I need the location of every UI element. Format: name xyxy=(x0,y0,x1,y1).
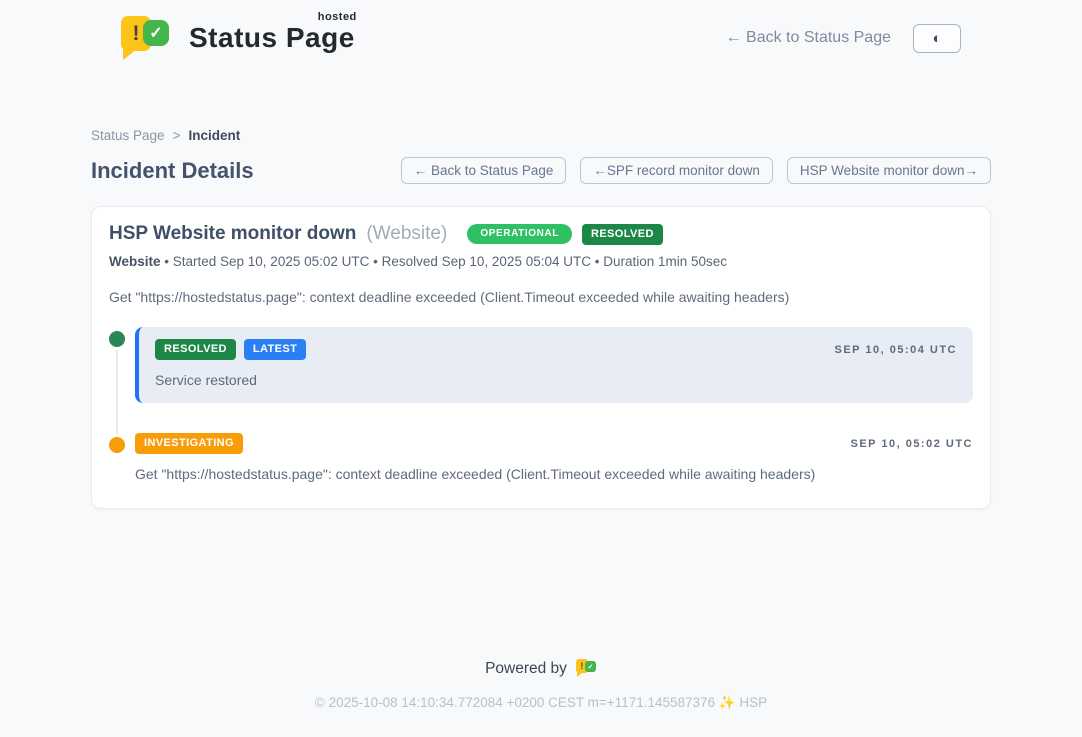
timeline-entry-message: Service restored xyxy=(155,372,957,388)
status-page-mini-logo-icon[interactable]: ! ✓ xyxy=(576,659,597,678)
latest-badge: LATEST xyxy=(244,339,306,360)
app-logo: ! ✓ Status Pagehosted xyxy=(121,14,355,62)
breadcrumb-status-page[interactable]: Status Page xyxy=(91,128,165,143)
powered-by: Powered by ! ✓ xyxy=(0,659,1082,678)
incident-title-row: HSP Website monitor down (Website) OPERA… xyxy=(109,223,973,245)
timeline-entry-resolved: RESOLVED LATEST SEP 10, 05:04 UTC Servic… xyxy=(109,327,973,403)
breadcrumb-incident: Incident xyxy=(188,128,240,143)
page-title: Incident Details xyxy=(91,158,254,184)
timeline-entry-badges: INVESTIGATING xyxy=(135,433,243,454)
back-to-status-page-button[interactable]: ← Back to Status Page xyxy=(401,157,567,184)
header-right: ← Back to Status Page ◐ xyxy=(726,24,961,53)
logo-check-icon: ✓ xyxy=(143,20,169,46)
mini-logo-check-icon: ✓ xyxy=(585,661,596,672)
timeline-latest-update-box: RESOLVED LATEST SEP 10, 05:04 UTC Servic… xyxy=(135,327,973,403)
incident-meta: Website • Started Sep 10, 2025 05:02 UTC… xyxy=(109,254,973,269)
resolved-badge: RESOLVED xyxy=(155,339,236,360)
investigating-badge: INVESTIGATING xyxy=(135,433,243,454)
prev-incident-button[interactable]: ←SPF record monitor down xyxy=(580,157,773,184)
incident-meta-dates: • Started Sep 10, 2025 05:02 UTC • Resol… xyxy=(161,254,728,269)
timeline-dot-orange xyxy=(109,437,125,453)
breadcrumb-separator: > xyxy=(173,128,181,143)
next-incident-button[interactable]: HSP Website monitor down→ xyxy=(787,157,991,184)
breadcrumb: Status Page > Incident xyxy=(91,128,991,143)
incident-component: (Website) xyxy=(366,223,447,245)
timeline-entry-badges: RESOLVED LATEST xyxy=(155,339,306,360)
resolved-status-badge: RESOLVED xyxy=(582,224,663,245)
status-page-logo-icon: ! ✓ xyxy=(121,14,175,62)
footer: Powered by ! ✓ © 2025-10-08 14:10:34.772… xyxy=(0,659,1082,737)
half-circle-icon: ◐ xyxy=(932,30,941,47)
flex-spacer xyxy=(0,509,1082,659)
copyright-text: © 2025-10-08 14:10:34.772084 +0200 CEST … xyxy=(0,695,1082,711)
powered-by-label: Powered by xyxy=(485,660,567,678)
timeline-dot-green xyxy=(109,331,125,347)
incident-meta-component: Website xyxy=(109,254,161,269)
theme-toggle-button[interactable]: ◐ xyxy=(913,24,961,53)
incident-nav-buttons: ← Back to Status Page ←SPF record monito… xyxy=(401,157,991,184)
timeline-entry-content: INVESTIGATING SEP 10, 05:02 UTC Get "htt… xyxy=(135,433,973,482)
title-row: Incident Details ← Back to Status Page ←… xyxy=(91,157,991,184)
timeline-entry-message: Get "https://hostedstatus.page": context… xyxy=(135,466,973,482)
timeline-entry-timestamp: SEP 10, 05:04 UTC xyxy=(834,344,957,356)
timeline-entry-investigating: INVESTIGATING SEP 10, 05:02 UTC Get "htt… xyxy=(109,433,973,482)
operational-badge: OPERATIONAL xyxy=(467,224,572,244)
logo-hosted-superscript: hosted xyxy=(318,11,357,23)
header: ! ✓ Status Pagehosted ← Back to Status P… xyxy=(121,14,961,62)
timeline-entry-head: RESOLVED LATEST SEP 10, 05:04 UTC xyxy=(155,339,957,360)
incident-description: Get "https://hostedstatus.page": context… xyxy=(109,289,973,305)
logo-text: Status Page xyxy=(189,22,355,53)
header-back-to-status-page-link[interactable]: ← Back to Status Page xyxy=(726,29,891,47)
incident-timeline: RESOLVED LATEST SEP 10, 05:04 UTC Servic… xyxy=(109,327,973,482)
incident-title: HSP Website monitor down xyxy=(109,223,356,245)
timeline-entry-head: INVESTIGATING SEP 10, 05:02 UTC xyxy=(135,433,973,454)
timeline-entry-timestamp: SEP 10, 05:02 UTC xyxy=(850,438,973,450)
logo-wordmark: Status Pagehosted xyxy=(189,22,355,54)
incident-card: HSP Website monitor down (Website) OPERA… xyxy=(91,206,991,509)
main-content: Status Page > Incident Incident Details … xyxy=(91,128,991,509)
